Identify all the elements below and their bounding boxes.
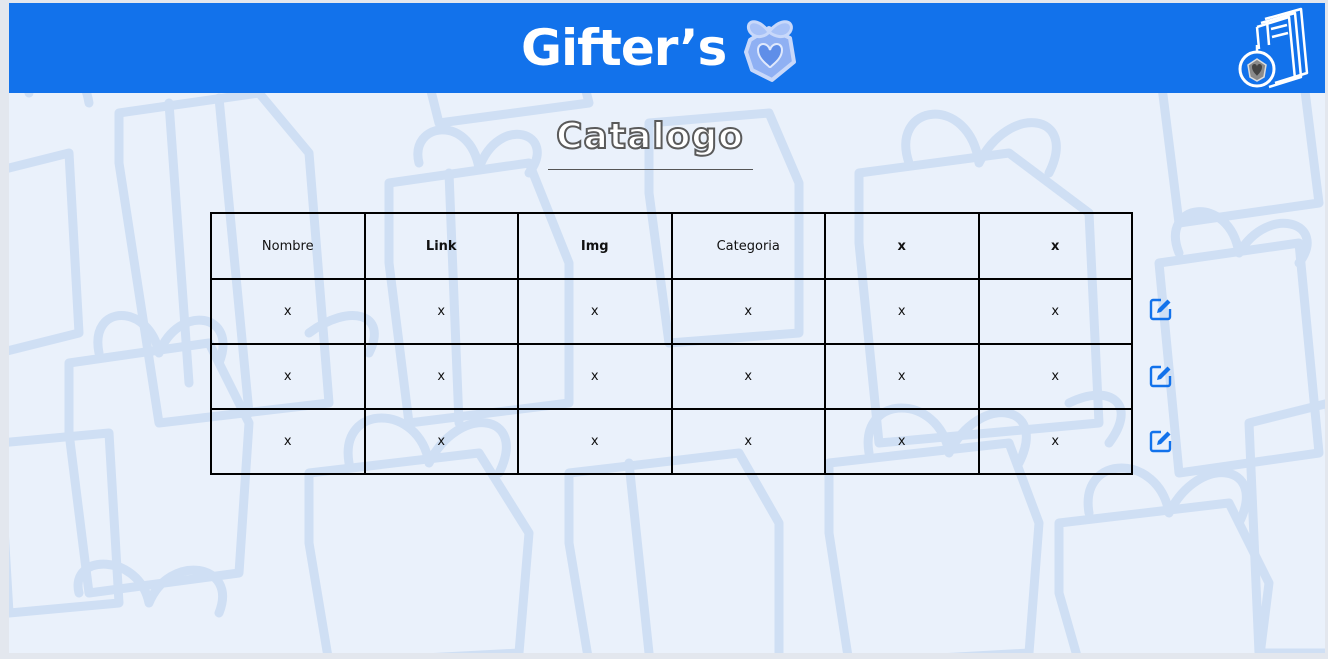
- table-cell: x: [977, 343, 1133, 410]
- table-cell: x: [670, 343, 826, 410]
- column-header-6: x: [977, 212, 1133, 280]
- table-cell: x: [977, 278, 1133, 345]
- table-cell: x: [210, 278, 366, 345]
- table-cell: x: [363, 278, 519, 345]
- column-header-5: x: [824, 212, 980, 280]
- page-title: Catalogo: [555, 115, 744, 158]
- brand[interactable]: Gifter’s: [521, 15, 802, 82]
- app-frame: Gifter’s Catalogo Nombre Link Img Catego…: [9, 3, 1325, 653]
- table-cell: x: [824, 408, 980, 475]
- table-cell: x: [210, 408, 366, 475]
- table-header-row: Nombre Link Img Categoria x x: [210, 212, 1133, 280]
- brand-name: Gifter’s: [521, 19, 727, 77]
- table-cell: x: [824, 343, 980, 410]
- table-cell: x: [517, 278, 673, 345]
- column-header-link: Link: [363, 212, 519, 280]
- catalog-table: Nombre Link Img Categoria x x x x x x x …: [210, 212, 1133, 475]
- column-header-img: Img: [517, 212, 673, 280]
- column-header-nombre: Nombre: [210, 212, 366, 280]
- edit-icon[interactable]: [1149, 364, 1173, 388]
- table-cell: x: [363, 408, 519, 475]
- gift-heart-icon: [744, 20, 797, 82]
- catalog-book-icon[interactable]: [1231, 5, 1311, 91]
- table-row: x x x x x x: [210, 343, 1133, 410]
- table-cell: x: [670, 278, 826, 345]
- title-underline: [548, 169, 753, 170]
- edit-icon[interactable]: [1149, 429, 1173, 453]
- table-cell: x: [977, 408, 1133, 475]
- table-row: x x x x x x: [210, 278, 1133, 345]
- table-row: x x x x x x: [210, 408, 1133, 475]
- table-cell: x: [517, 343, 673, 410]
- table-cell: x: [517, 408, 673, 475]
- top-header: Gifter’s: [9, 3, 1325, 93]
- table-cell: x: [210, 343, 366, 410]
- table-cell: x: [363, 343, 519, 410]
- table-cell: x: [824, 278, 980, 345]
- column-header-categoria: Categoria: [670, 212, 826, 280]
- edit-icon[interactable]: [1149, 297, 1173, 321]
- table-cell: x: [670, 408, 826, 475]
